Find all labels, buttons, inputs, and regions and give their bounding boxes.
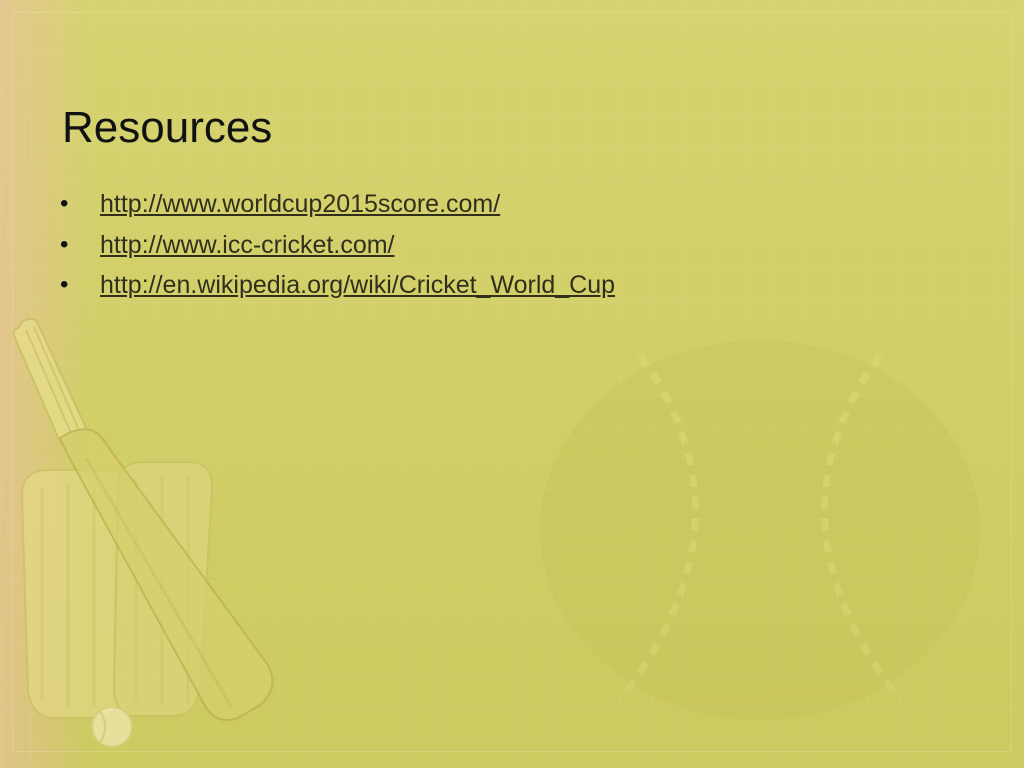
bullet-icon: • [60, 190, 69, 217]
list-item: • http://en.wikipedia.org/wiki/Cricket_W… [58, 265, 615, 306]
cricket-ball-seam-icon [540, 340, 980, 720]
bullet-icon: • [60, 271, 69, 298]
bullet-icon: • [60, 230, 69, 258]
list-item: • http://www.worldcup2015score.com/ [58, 184, 615, 225]
slide: Resources • http://www.worldcup2015score… [0, 0, 1024, 768]
resource-link[interactable]: http://en.wikipedia.org/wiki/Cricket_Wor… [100, 265, 615, 305]
resource-link[interactable]: http://www.worldcup2015score.com/ [100, 184, 500, 224]
batting-pads-icon [20, 461, 214, 719]
list-item: • http://www.icc-cricket.com/ [58, 225, 615, 266]
cricket-ball-icon [91, 706, 133, 748]
cricket-bat-icon [12, 318, 274, 722]
slide-title: Resources [62, 103, 273, 152]
resource-link[interactable]: http://www.icc-cricket.com/ [100, 225, 395, 265]
resource-links-list: • http://www.worldcup2015score.com/ • ht… [58, 184, 615, 306]
